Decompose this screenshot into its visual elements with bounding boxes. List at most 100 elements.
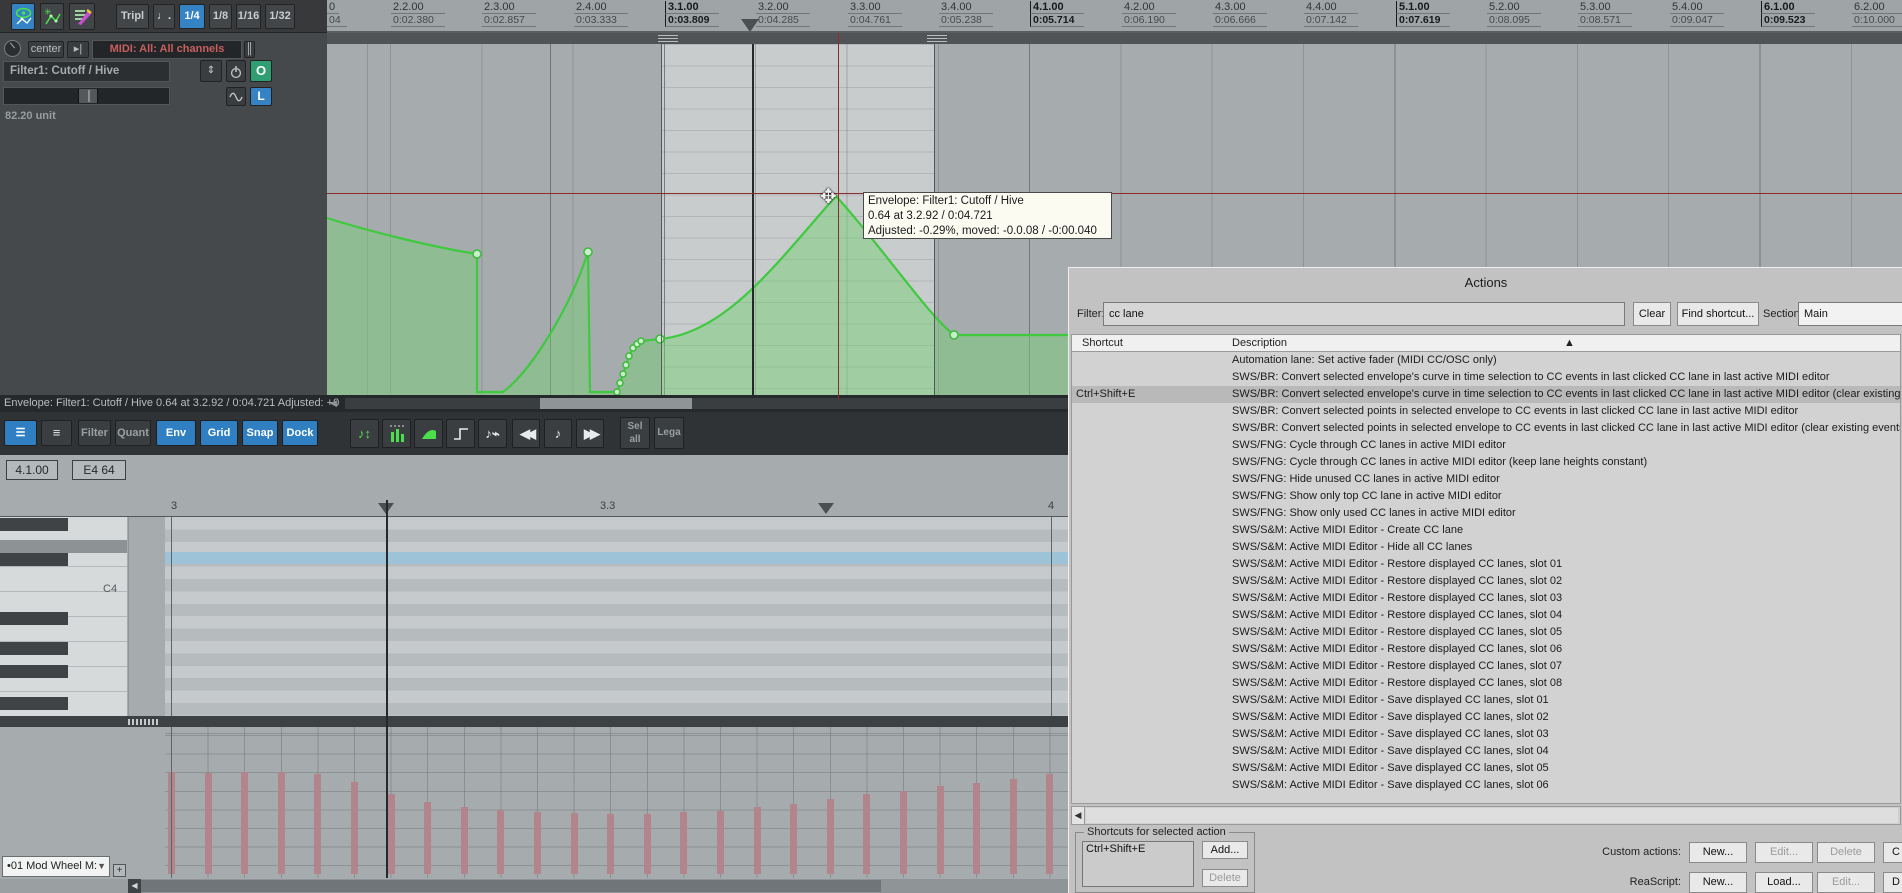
cc-bar[interactable]	[790, 804, 798, 874]
note-value-icon[interactable]: ♩.	[153, 4, 175, 29]
action-row[interactable]: SWS/FNG: Cycle through CC lanes in activ…	[1072, 454, 1900, 471]
action-row[interactable]: SWS/BR: Convert selected points in selec…	[1072, 403, 1900, 420]
grid-1-16-button[interactable]: 1/16	[236, 4, 261, 29]
midi-routing-display[interactable]: MIDI: All: All channels	[92, 40, 242, 59]
actions-hscrollbar[interactable]: ◀	[1071, 806, 1901, 825]
filter-input[interactable]: cc lane	[1103, 302, 1625, 326]
add-shortcut-button[interactable]: Add...	[1202, 841, 1248, 859]
envelope-point[interactable]	[616, 379, 624, 387]
arrange-ruler[interactable]: 0 04 2.2.00 0:02.380 2.3.00 0:02.857 2.4.00 0…	[327, 0, 1902, 33]
cc-bar[interactable]	[1009, 779, 1017, 874]
envelope-point[interactable]	[637, 337, 645, 345]
action-row[interactable]: SWS/S&M: Active MIDI Editor - Restore di…	[1072, 556, 1900, 573]
scroll-left-button[interactable]: ◀	[128, 879, 141, 893]
custom-cut-button[interactable]: C	[1883, 842, 1902, 863]
cc-bar[interactable]	[570, 813, 578, 874]
insert-note-icon[interactable]: ♪	[544, 419, 572, 448]
grid-1-4-button[interactable]: 1/4	[179, 4, 205, 29]
scrollbar-thumb[interactable]	[141, 880, 881, 892]
step-events-icon[interactable]	[446, 419, 475, 448]
shortcut-column-header[interactable]: Shortcut	[1082, 337, 1123, 349]
filter-button[interactable]: Filter	[78, 420, 111, 446]
pan-knob[interactable]	[4, 40, 21, 57]
cc-bar[interactable]	[424, 802, 432, 874]
action-row[interactable]: SWS/BR: Convert selected envelope's curv…	[1072, 369, 1900, 386]
lane-divider[interactable]	[0, 716, 1080, 727]
black-key[interactable]	[0, 553, 68, 566]
item-grip-icon[interactable]	[927, 35, 947, 42]
black-key[interactable]	[0, 518, 68, 531]
envelope-point[interactable]	[583, 247, 593, 257]
action-row[interactable]: SWS/S&M: Active MIDI Editor - Restore di…	[1072, 607, 1900, 624]
action-row[interactable]: SWS/S&M: Active MIDI Editor - Save displ…	[1072, 726, 1900, 743]
envelope-value-slider[interactable]	[3, 87, 170, 105]
cc-bar[interactable]	[900, 791, 907, 874]
cc-bar[interactable]	[460, 807, 468, 874]
slider-grip[interactable]	[78, 89, 98, 103]
cc-bar[interactable]	[497, 810, 505, 874]
center-button[interactable]: center	[28, 41, 64, 58]
scroll-left-icon[interactable]: ◀	[330, 395, 337, 412]
dock-button[interactable]: Dock	[282, 420, 318, 446]
action-row[interactable]: SWS/S&M: Active MIDI Editor - Restore di…	[1072, 590, 1900, 607]
custom-edit-button[interactable]: Edit...	[1755, 842, 1813, 863]
action-row[interactable]: SWS/S&M: Active MIDI Editor - Save displ…	[1072, 777, 1900, 794]
action-row[interactable]: SWS/S&M: Active MIDI Editor - Restore di…	[1072, 624, 1900, 641]
action-row[interactable]: SWS/S&M: Active MIDI Editor - Hide all C…	[1072, 539, 1900, 556]
action-row[interactable]: SWS/FNG: Cycle through CC lanes in activ…	[1072, 437, 1900, 454]
action-row[interactable]: SWS/FNG: Show only top CC lane in active…	[1072, 488, 1900, 505]
cc-bar[interactable]	[314, 774, 322, 874]
edit-cursor[interactable]	[752, 44, 754, 399]
item-grip-icon[interactable]	[658, 35, 678, 42]
scrollbar-thumb[interactable]	[540, 398, 692, 409]
cc-bar[interactable]	[534, 812, 541, 874]
arrange-hscrollbar[interactable]	[345, 398, 1080, 409]
edit-cursor-midi[interactable]	[386, 500, 388, 878]
cc-bar[interactable]	[680, 812, 688, 874]
route-icon[interactable]: ▸|	[67, 41, 89, 58]
cc-bar[interactable]	[277, 772, 285, 874]
action-row[interactable]: SWS/FNG: Show only used CC lanes in acti…	[1072, 505, 1900, 522]
list-header[interactable]: Shortcut Description ▲	[1071, 334, 1901, 352]
envelope-point[interactable]	[949, 330, 959, 340]
track-list-icon[interactable]: ≡	[41, 420, 72, 446]
bypass-power-icon[interactable]	[226, 60, 246, 82]
learn-button[interactable]: L	[250, 87, 272, 106]
rea-new-button[interactable]: New...	[1689, 872, 1747, 893]
highlighted-key[interactable]	[0, 540, 127, 553]
envelope-point[interactable]	[472, 249, 482, 259]
midi-hscrollbar[interactable]	[141, 879, 1080, 893]
quantize-button[interactable]: Quant	[115, 420, 151, 446]
cc-lane-selector[interactable]: •01 Mod Wheel M: ▼	[2, 856, 110, 877]
sine-shape-icon[interactable]	[226, 87, 246, 106]
cc-bar[interactable]	[863, 794, 871, 874]
rea-cut-button[interactable]: D	[1883, 872, 1902, 893]
rea-load-button[interactable]: Load...	[1755, 872, 1813, 893]
selected-note-row[interactable]	[165, 552, 1080, 564]
clear-button[interactable]: Clear	[1633, 302, 1671, 326]
snap-button[interactable]: Snap	[242, 420, 278, 446]
black-key[interactable]	[0, 665, 68, 678]
cc-bar[interactable]	[973, 783, 981, 874]
item-paint-icon[interactable]	[69, 3, 95, 30]
ramp-events-icon[interactable]	[414, 419, 443, 448]
envelope-point[interactable]	[625, 352, 633, 360]
cc-bar[interactable]	[387, 794, 395, 874]
cc-bar[interactable]	[607, 814, 615, 874]
envelope-add-icon[interactable]: ✳	[40, 3, 64, 30]
cc-bar[interactable]	[826, 799, 834, 874]
action-row[interactable]: Ctrl+Shift+E SWS/BR: Convert selected env…	[1072, 386, 1900, 403]
custom-delete-button[interactable]: Delete	[1817, 842, 1875, 863]
output-button[interactable]: O	[250, 60, 272, 82]
description-column-header[interactable]: Description	[1232, 337, 1287, 349]
note-velocity-icon[interactable]: ♪↕	[350, 419, 379, 448]
action-row[interactable]: SWS/S&M: Active MIDI Editor - Save displ…	[1072, 709, 1900, 726]
cc-bar[interactable]	[936, 786, 944, 874]
env-button[interactable]: Env	[156, 420, 196, 446]
section-select[interactable]: Main	[1798, 302, 1902, 326]
action-row[interactable]: Automation lane: Set active fader (MIDI …	[1072, 352, 1900, 369]
cc-bar[interactable]	[241, 772, 249, 874]
arm-updown-icon[interactable]: ⇕	[200, 60, 222, 82]
envelope-point[interactable]	[622, 361, 630, 369]
black-key[interactable]	[0, 697, 68, 710]
